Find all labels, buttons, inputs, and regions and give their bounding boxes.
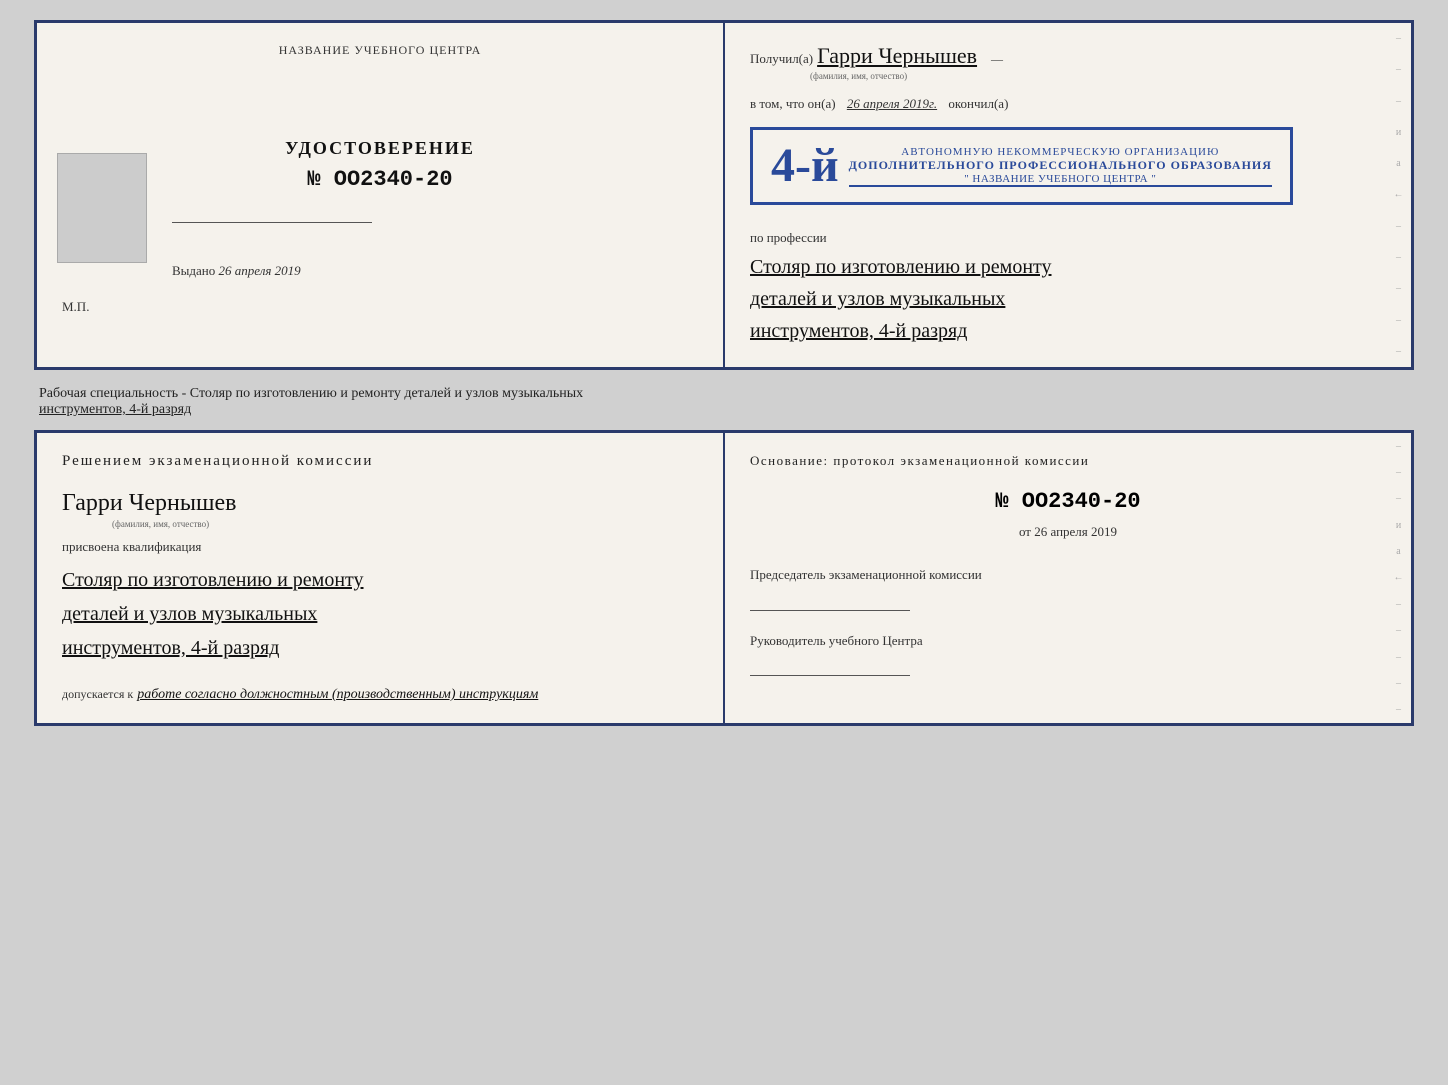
mp-label: М.П.	[62, 299, 698, 315]
recipient-row: Получил(а) Гарри Чернышев —	[750, 43, 1386, 69]
profession-line1: Столяр по изготовлению и ремонту	[750, 251, 1386, 283]
allowed-section: допускается к работе согласно должностны…	[62, 685, 698, 703]
recipient-name: Гарри Чернышев	[817, 43, 977, 68]
completed-line: в том, что он(а) 26 апреля 2019г. окончи…	[750, 96, 1386, 112]
bottom-right-page: Основание: протокол экзаменационной коми…	[725, 433, 1411, 723]
qual-line3: инструментов, 4-й разряд	[62, 631, 698, 665]
certificate-number-value: OO2340-20	[334, 167, 453, 192]
stamp-year: 4-й	[771, 142, 839, 190]
org-name-header: НАЗВАНИЕ УЧЕБНОГО ЦЕНТРА	[62, 43, 698, 58]
qualification-label: присвоена квалификация	[62, 539, 698, 555]
qualification-text: Столяр по изготовлению и ремонту деталей…	[62, 563, 698, 665]
top-diploma-spread: НАЗВАНИЕ УЧЕБНОГО ЦЕНТРА УДОСТОВЕРЕНИЕ №…	[34, 20, 1414, 370]
completed-date: 26 апреля 2019г.	[847, 96, 937, 111]
issued-line: Выдано 26 апреля 2019	[172, 263, 698, 279]
profession-label: по профессии	[750, 230, 1386, 246]
right-edge-decoration-bottom: – – – и а ← – – – – –	[1391, 433, 1406, 723]
qual-line2: деталей и узлов музыкальных	[62, 597, 698, 631]
document-wrapper: НАЗВАНИЕ УЧЕБНОГО ЦЕНТРА УДОСТОВЕРЕНИЕ №…	[34, 20, 1414, 726]
profession-text: Столяр по изготовлению и ремонту деталей…	[750, 251, 1386, 347]
stamp-line1: АВТОНОМНУЮ НЕКОММЕРЧЕСКУЮ ОРГАНИЗАЦИЮ	[849, 146, 1272, 158]
director-signature-line	[750, 675, 910, 676]
date-prefix: от	[1019, 524, 1031, 539]
certificate-number: № OO2340-20	[62, 167, 698, 192]
stamp-org: " НАЗВАНИЕ УЧЕБНОГО ЦЕНТРА "	[849, 173, 1272, 187]
diploma-left-page: НАЗВАНИЕ УЧЕБНОГО ЦЕНТРА УДОСТОВЕРЕНИЕ №…	[37, 23, 725, 367]
bottom-left-page: Решением экзаменационной комиссии Гарри …	[37, 433, 725, 723]
description-line2: инструментов, 4-й разряд	[39, 402, 191, 417]
allowed-label: допускается к	[62, 687, 133, 701]
profession-line2: деталей и узлов музыкальных	[750, 283, 1386, 315]
basis-title: Основание: протокол экзаменационной коми…	[750, 453, 1386, 469]
issued-label: Выдано	[172, 263, 215, 278]
protocol-number-value: OO2340-20	[1022, 489, 1141, 514]
divider-line-1	[172, 222, 372, 223]
number-prefix: №	[307, 167, 320, 192]
stamp-line2: ДОПОЛНИТЕЛЬНОГО ПРОФЕССИОНАЛЬНОГО ОБРАЗО…	[849, 158, 1272, 173]
photo-placeholder	[57, 153, 147, 263]
recipient-prefix: Получил(а)	[750, 51, 813, 66]
issued-date: 26 апреля 2019	[219, 263, 301, 278]
right-edge-decoration: – – – и а ← – – – – –	[1391, 23, 1406, 367]
commission-title: Решением экзаменационной комиссии	[62, 453, 698, 470]
certificate-title: УДОСТОВЕРЕНИЕ	[62, 138, 698, 159]
director-role: Руководитель учебного Центра	[750, 631, 1386, 651]
date-value: 26 апреля 2019	[1034, 524, 1117, 539]
protocol-number: № OO2340-20	[750, 489, 1386, 514]
description-text: Рабочая специальность - Столяр по изгото…	[34, 386, 1414, 418]
fio-label-top: (фамилия, имя, отчество)	[810, 71, 1386, 81]
protocol-date: от 26 апреля 2019	[750, 524, 1386, 540]
person-fio-label: (фамилия, имя, отчество)	[112, 519, 698, 529]
completed-suffix: окончил(а)	[948, 96, 1008, 111]
chairman-role: Председатель экзаменационной комиссии	[750, 565, 1386, 585]
stamp-box: 4-й АВТОНОМНУЮ НЕКОММЕРЧЕСКУЮ ОРГАНИЗАЦИ…	[750, 127, 1293, 205]
dash-separator: —	[991, 52, 1003, 66]
chairman-signature-line	[750, 610, 910, 611]
person-name-cursive: Гарри Чернышев	[62, 490, 698, 517]
completed-prefix: в том, что он(а)	[750, 96, 836, 111]
protocol-number-prefix: №	[995, 489, 1008, 514]
bottom-diploma-spread: Решением экзаменационной комиссии Гарри …	[34, 430, 1414, 726]
profession-line3: инструментов, 4-й разряд	[750, 315, 1386, 347]
description-line1: Рабочая специальность - Столяр по изгото…	[39, 386, 583, 401]
allowed-value: работе согласно должностным (производств…	[137, 687, 538, 702]
diploma-right-page: Получил(а) Гарри Чернышев — (фамилия, им…	[725, 23, 1411, 367]
qual-line1: Столяр по изготовлению и ремонту	[62, 563, 698, 597]
